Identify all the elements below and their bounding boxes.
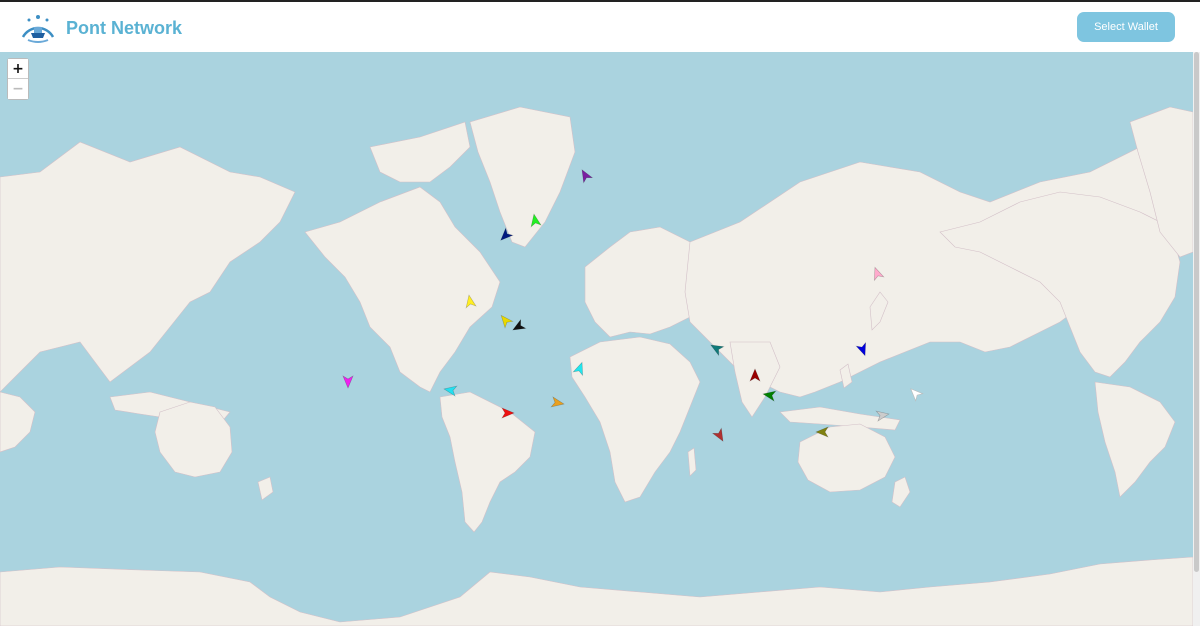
land-south-america bbox=[439, 391, 536, 533]
land-antarctica bbox=[0, 556, 1193, 626]
brand-name[interactable]: Pont Network bbox=[66, 18, 182, 39]
land-nz-left bbox=[257, 476, 274, 501]
scrollbar-thumb[interactable] bbox=[1194, 52, 1199, 572]
app-header: Pont Network Select Wallet bbox=[0, 2, 1200, 52]
land-greenland bbox=[469, 106, 576, 248]
vessel-marker-icon[interactable] bbox=[907, 385, 924, 402]
land-australia bbox=[797, 423, 896, 493]
pont-logo-icon[interactable] bbox=[18, 11, 58, 47]
land-south-america-right bbox=[1094, 381, 1176, 498]
land-asia-west bbox=[0, 141, 296, 393]
vessel-marker-icon[interactable] bbox=[510, 318, 527, 335]
zoom-control: + − bbox=[7, 58, 29, 100]
map-canvas[interactable] bbox=[0, 52, 1193, 626]
vessel-marker-icon[interactable] bbox=[578, 167, 594, 184]
land-new-zealand bbox=[891, 476, 911, 508]
zoom-out-button[interactable]: − bbox=[8, 79, 28, 99]
select-wallet-button[interactable]: Select Wallet bbox=[1077, 12, 1175, 42]
page-scrollbar[interactable] bbox=[1193, 52, 1200, 626]
land-se-asia-west bbox=[0, 391, 36, 453]
land-canada-arctic bbox=[369, 121, 471, 183]
world-map[interactable] bbox=[0, 52, 1193, 626]
zoom-in-button[interactable]: + bbox=[8, 59, 28, 79]
vessel-marker-icon[interactable] bbox=[550, 396, 565, 409]
vessel-marker-icon[interactable] bbox=[443, 384, 458, 397]
landmasses bbox=[0, 106, 1193, 626]
vessel-marker-icon[interactable] bbox=[711, 427, 728, 443]
land-india bbox=[729, 341, 781, 418]
land-north-america bbox=[304, 186, 501, 393]
vessel-marker-icon[interactable] bbox=[497, 312, 514, 329]
land-madagascar bbox=[687, 447, 697, 477]
land-africa bbox=[569, 336, 701, 503]
vessel-marker-icon[interactable] bbox=[342, 375, 354, 389]
